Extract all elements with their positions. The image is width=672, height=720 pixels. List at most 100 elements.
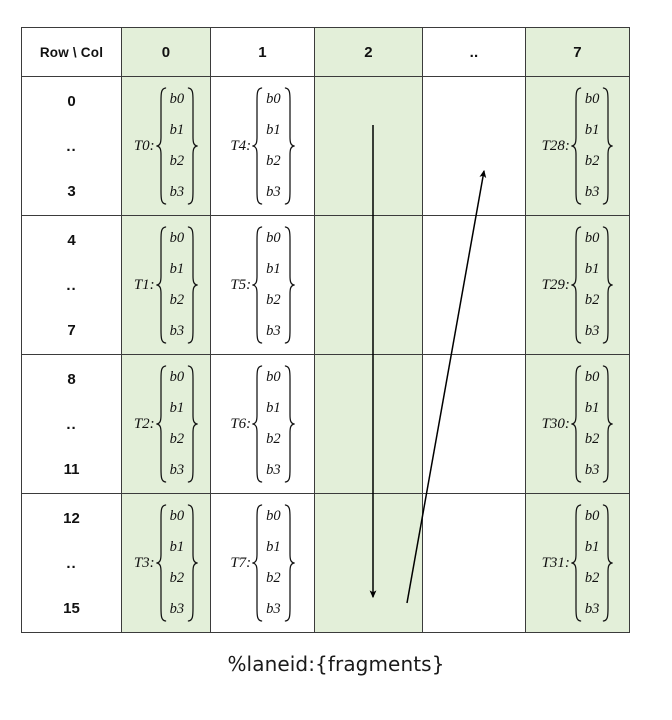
column-header-2: 2: [314, 27, 423, 77]
fragment-group: T3: b0 b1 b2 b3: [122, 494, 210, 632]
fragment-item: b0: [169, 91, 185, 107]
table-cell-fragment: T4: b0 b1 b2 b3: [210, 76, 315, 216]
fragment-list: b0 b1 b2 b3: [582, 231, 603, 339]
fragment-item: b1: [169, 539, 185, 556]
column-header-0: 0: [121, 27, 211, 77]
table-cell-fragment: T7: b0 b1 b2 b3: [210, 493, 315, 633]
table-header: Row \ Col 0 1 2.. 7: [21, 27, 630, 77]
table-cell-empty: [314, 493, 423, 633]
fragment-item: b0: [169, 508, 185, 524]
brace-wrapper: b0 b1 b2 b3: [156, 87, 199, 205]
brace-wrapper: b0 b1 b2 b3: [252, 226, 295, 344]
fragment-group: T30: b0 b1 b2 b3: [526, 355, 629, 493]
thread-label: T3:: [133, 554, 155, 571]
brace-wrapper: b0 b1 b2 b3: [571, 226, 614, 344]
table-cell-empty: [422, 354, 526, 494]
fragment-group: T7: b0 b1 b2 b3: [211, 494, 314, 632]
brace-wrapper: b0 b1 b2 b3: [252, 365, 295, 483]
figure-caption: %laneid:{fragments}: [227, 652, 445, 676]
fragment-item: b1: [169, 261, 185, 278]
fragment-list: b0 b1 b2 b3: [167, 509, 188, 617]
fragment-item: b2: [266, 570, 281, 587]
column-header-7: 7: [525, 27, 630, 77]
fragment-item: b3: [584, 184, 600, 201]
fragment-item: b0: [584, 230, 600, 246]
brace-wrapper: b0 b1 b2 b3: [571, 504, 614, 622]
fragment-item: b2: [266, 292, 281, 309]
row-label-middle: ..: [66, 276, 77, 294]
row-label-last: 7: [67, 321, 76, 339]
row-label: 4.. 7: [21, 215, 122, 355]
column-header-dotsdots: ..: [422, 27, 526, 77]
fragment-list: b0 b1 b2 b3: [167, 92, 188, 200]
fragment-item: b1: [584, 400, 600, 417]
brace-wrapper: b0 b1 b2 b3: [571, 87, 614, 205]
fragment-group: T2: b0 b1 b2 b3: [122, 355, 210, 493]
row-label-first: 0: [67, 92, 76, 110]
table-cell-empty: [314, 354, 423, 494]
table-cell-fragment: T28: b0 b1 b2 b3: [525, 76, 630, 216]
thread-label: T31:: [541, 554, 570, 571]
fragment-list: b0 b1 b2 b3: [582, 370, 603, 478]
row-label: 0.. 3: [21, 76, 122, 216]
fragment-item: b3: [169, 323, 185, 340]
row-label-last: 11: [63, 460, 80, 478]
header-corner-row-col: Row \ Col: [21, 27, 122, 77]
fragment-group: T29: b0 b1 b2 b3: [526, 216, 629, 354]
figure-canvas: Row \ Col 0 1 2.. 7 0.. 3 T0: b0 b1 b2 b3 T4: b0 b1 b…: [0, 0, 672, 720]
fragment-item: b3: [169, 184, 185, 201]
thread-label: T5:: [230, 276, 252, 293]
fragment-item: b0: [266, 230, 281, 246]
fragment-item: b2: [584, 153, 600, 170]
fragment-group: T6: b0 b1 b2 b3: [211, 355, 314, 493]
thread-label: T4:: [230, 137, 252, 154]
table-row: 12.. 15 T3: b0 b1 b2 b3 T7: b0 b1 b2 b3 T31: b0 b1 b2 b3: [21, 493, 630, 633]
fragment-layout-table: Row \ Col 0 1 2.. 7 0.. 3 T0: b0 b1 b2 b3 T4: b0 b1 b…: [21, 27, 630, 633]
fragment-item: b2: [584, 570, 600, 587]
fragment-item: b2: [584, 292, 600, 309]
table-cell-fragment: T0: b0 b1 b2 b3: [121, 76, 211, 216]
fragment-group: T4: b0 b1 b2 b3: [211, 77, 314, 215]
table-row: 0.. 3 T0: b0 b1 b2 b3 T4: b0 b1 b2 b3 T28: b0 b1 b2 b3: [21, 76, 630, 216]
table-body: 0.. 3 T0: b0 b1 b2 b3 T4: b0 b1 b2 b3 T28: b0 b1 b2 b3 4.…: [21, 76, 630, 633]
fragment-item: b1: [169, 400, 185, 417]
table-cell-fragment: T2: b0 b1 b2 b3: [121, 354, 211, 494]
fragment-item: b0: [169, 369, 185, 385]
table-cell-fragment: T5: b0 b1 b2 b3: [210, 215, 315, 355]
row-label: 12.. 15: [21, 493, 122, 633]
fragment-item: b3: [169, 601, 185, 618]
thread-label: T30:: [541, 415, 570, 432]
fragment-item: b0: [266, 91, 281, 107]
column-header-1: 1: [210, 27, 315, 77]
fragment-group: T28: b0 b1 b2 b3: [526, 77, 629, 215]
fragment-group: T0: b0 b1 b2 b3: [122, 77, 210, 215]
thread-label: T0:: [133, 137, 155, 154]
row-label-last: 15: [63, 599, 80, 617]
fragment-item: b2: [584, 431, 600, 448]
fragment-list: b0 b1 b2 b3: [167, 231, 188, 339]
fragment-item: b2: [169, 153, 185, 170]
fragment-item: b3: [584, 323, 600, 340]
row-label: 8.. 11: [21, 354, 122, 494]
fragment-item: b2: [266, 431, 281, 448]
row-label-first: 12: [63, 509, 80, 527]
fragment-list: b0 b1 b2 b3: [167, 370, 188, 478]
fragment-item: b0: [584, 369, 600, 385]
fragment-item: b3: [266, 323, 281, 340]
fragment-item: b3: [584, 601, 600, 618]
table-cell-empty: [422, 215, 526, 355]
table-cell-empty: [422, 76, 526, 216]
fragment-item: b2: [169, 431, 185, 448]
table-cell-fragment: T30: b0 b1 b2 b3: [525, 354, 630, 494]
table-cell-fragment: T6: b0 b1 b2 b3: [210, 354, 315, 494]
row-label-first: 8: [67, 370, 76, 388]
table-cell-fragment: T29: b0 b1 b2 b3: [525, 215, 630, 355]
fragment-item: b3: [584, 462, 600, 479]
fragment-item: b3: [266, 462, 281, 479]
fragment-group: T5: b0 b1 b2 b3: [211, 216, 314, 354]
brace-wrapper: b0 b1 b2 b3: [156, 226, 199, 344]
fragment-item: b3: [169, 462, 185, 479]
table-row: 4.. 7 T1: b0 b1 b2 b3 T5: b0 b1 b2 b3 T29: b0 b1 b2 b3: [21, 215, 630, 355]
fragment-list: b0 b1 b2 b3: [263, 231, 284, 339]
fragment-item: b0: [169, 230, 185, 246]
